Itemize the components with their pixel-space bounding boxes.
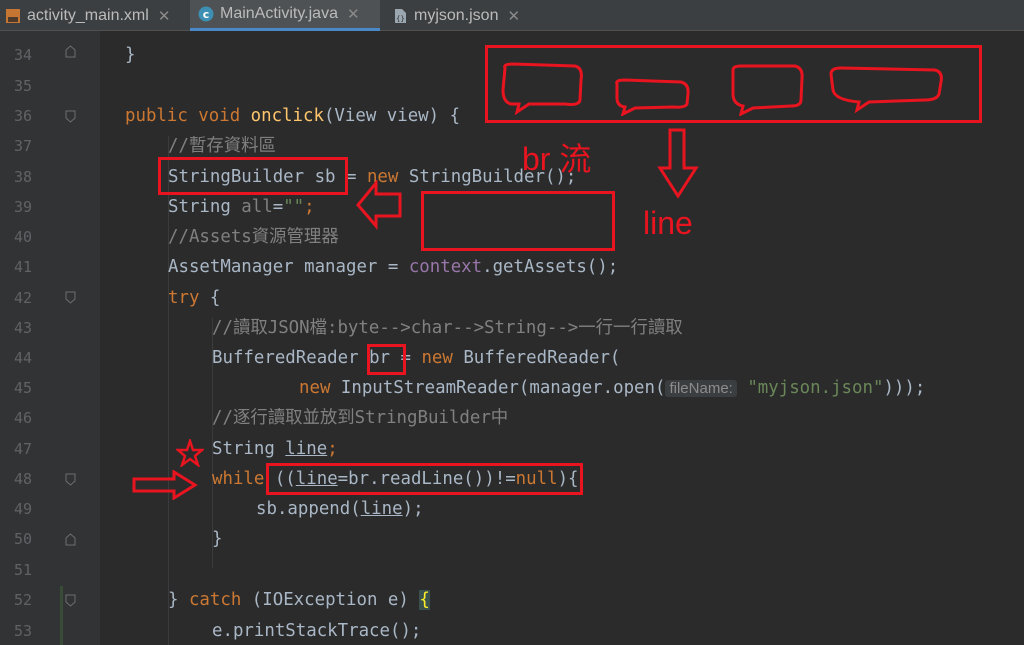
line-number: 46 [13, 409, 32, 427]
annotation-box-while-condition [266, 463, 583, 495]
tab-label: myjson.json [414, 6, 499, 24]
fold-start-icon[interactable] [65, 473, 76, 486]
close-icon[interactable]: ✕ [347, 5, 360, 23]
fold-start-icon[interactable] [65, 110, 76, 123]
line-number: 51 [13, 561, 32, 579]
right-arrow-icon [132, 470, 198, 500]
down-arrow-icon [657, 128, 699, 199]
line-number: 45 [13, 379, 32, 397]
annotation-br-stream-label: br 流 [522, 141, 592, 177]
line-number: 53 [13, 622, 32, 640]
annotation-chunks-icon [501, 62, 943, 116]
line-number: 38 [13, 168, 32, 186]
code-line-40: //Assets資源管理器 [168, 227, 339, 247]
line-number: 42 [13, 289, 32, 307]
line-number: 48 [13, 470, 32, 488]
tab-mainactivity-java[interactable]: c MainActivity.java ✕ [190, 0, 380, 31]
annotation-box-br [367, 344, 406, 375]
fold-start-icon[interactable] [65, 291, 76, 304]
line-number: 49 [13, 500, 32, 518]
code-line-42: try { [168, 288, 221, 308]
line-number: 36 [13, 107, 32, 125]
code-line-53: e.printStackTrace(); [212, 621, 422, 641]
close-icon[interactable]: ✕ [158, 7, 171, 25]
tab-label: activity_main.xml [27, 6, 149, 24]
tab-label: MainActivity.java [220, 5, 338, 22]
code-line-52: } catch (IOException e) { [168, 590, 430, 610]
line-number: 34 [13, 46, 32, 64]
code-line-34: } [125, 45, 136, 65]
java-class-icon: c [198, 6, 214, 22]
annotation-box-stringbuilder [158, 157, 348, 195]
code-line-41: AssetManager manager = context.getAssets… [168, 257, 619, 277]
line-number: 41 [13, 258, 32, 276]
xml-file-icon [5, 8, 21, 24]
code-line-49: sb.append(line); [256, 499, 424, 519]
line-number: 37 [13, 137, 32, 155]
tab-activity-main-xml[interactable]: activity_main.xml ✕ [0, 0, 193, 31]
code-line-43: //讀取JSON檔:byte-->char-->String-->一行一行讀取 [212, 318, 683, 338]
code-line-37: //暫存資料區 [168, 136, 276, 156]
code-line-39: String all=""; [168, 197, 315, 217]
line-number: 43 [13, 319, 32, 337]
fold-start-icon[interactable] [65, 594, 76, 607]
line-number-gutter: 34 35 36 37 38 39 40 41 42 43 44 45 46 4… [0, 31, 100, 645]
fold-end-icon[interactable] [65, 533, 76, 546]
star-icon [176, 439, 204, 467]
line-number: 47 [13, 440, 32, 458]
left-arrow-icon [356, 180, 402, 230]
line-number: 50 [13, 530, 32, 548]
code-line-47: String line; [212, 439, 338, 459]
tab-myjson-json[interactable]: {} myjson.json ✕ [384, 0, 542, 31]
code-line-46: //逐行讀取並放到StringBuilder中 [212, 408, 509, 428]
annotation-line-label: line [643, 205, 693, 241]
line-number: 40 [13, 228, 32, 246]
close-icon[interactable]: ✕ [507, 7, 520, 25]
json-file-icon: {} [392, 8, 408, 24]
line-number: 52 [13, 591, 32, 609]
annotation-empty-box [421, 191, 615, 251]
line-number: 44 [13, 349, 32, 367]
editor-tab-bar: activity_main.xml ✕ c MainActivity.java … [0, 0, 1024, 31]
code-line-45: new InputStreamReader(manager.open(fileN… [299, 378, 926, 398]
code-line-50: } [212, 529, 223, 549]
svg-text:c: c [203, 8, 210, 21]
code-line-44: BufferedReader br = new BufferedReader( [212, 348, 621, 368]
parameter-hint: fileName: [665, 380, 737, 397]
svg-text:{}: {} [396, 15, 405, 23]
line-number: 39 [13, 198, 32, 216]
code-line-36: public void onclick(View view) { [125, 106, 461, 126]
vcs-change-marker[interactable] [60, 586, 63, 645]
fold-end-icon[interactable] [65, 45, 76, 58]
code-editor[interactable]: 34 35 36 37 38 39 40 41 42 43 44 45 46 4… [0, 31, 1024, 645]
line-number: 35 [13, 77, 32, 95]
